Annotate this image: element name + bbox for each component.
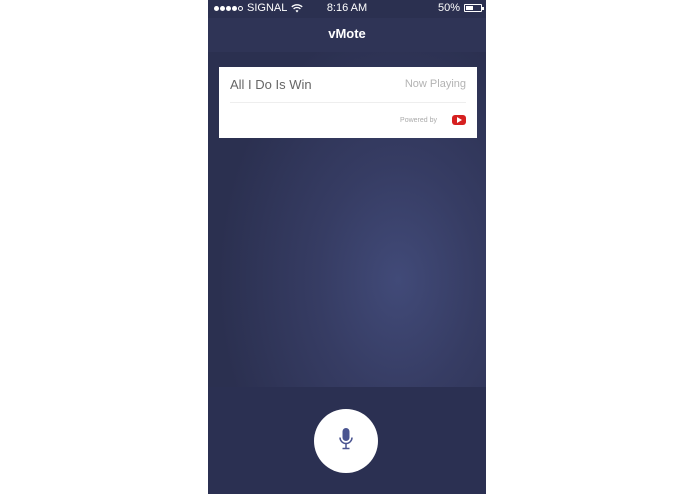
status-bar: SIGNAL 8:16 AM 50% [208, 0, 486, 18]
youtube-icon [452, 115, 466, 125]
battery-level [466, 6, 473, 10]
bottom-control-bar [208, 387, 486, 494]
now-playing-card[interactable]: All I Do Is Win Now Playing Powered by [219, 67, 477, 138]
battery-icon [464, 4, 484, 12]
powered-by-label: Powered by [400, 117, 437, 124]
page-title: vMote [328, 26, 366, 41]
microphone-icon [339, 428, 353, 450]
microphone-button[interactable] [314, 409, 378, 473]
battery-percent: 50% [437, 2, 460, 14]
now-playing-label: Now Playing [404, 78, 466, 90]
card-divider [230, 102, 466, 103]
status-right: 50% [437, 2, 484, 14]
phone-screen: SIGNAL 8:16 AM 50% vMote All I Do Is Win… [208, 0, 486, 494]
nav-bar: vMote [208, 18, 486, 52]
track-title: All I Do Is Win [230, 77, 312, 92]
